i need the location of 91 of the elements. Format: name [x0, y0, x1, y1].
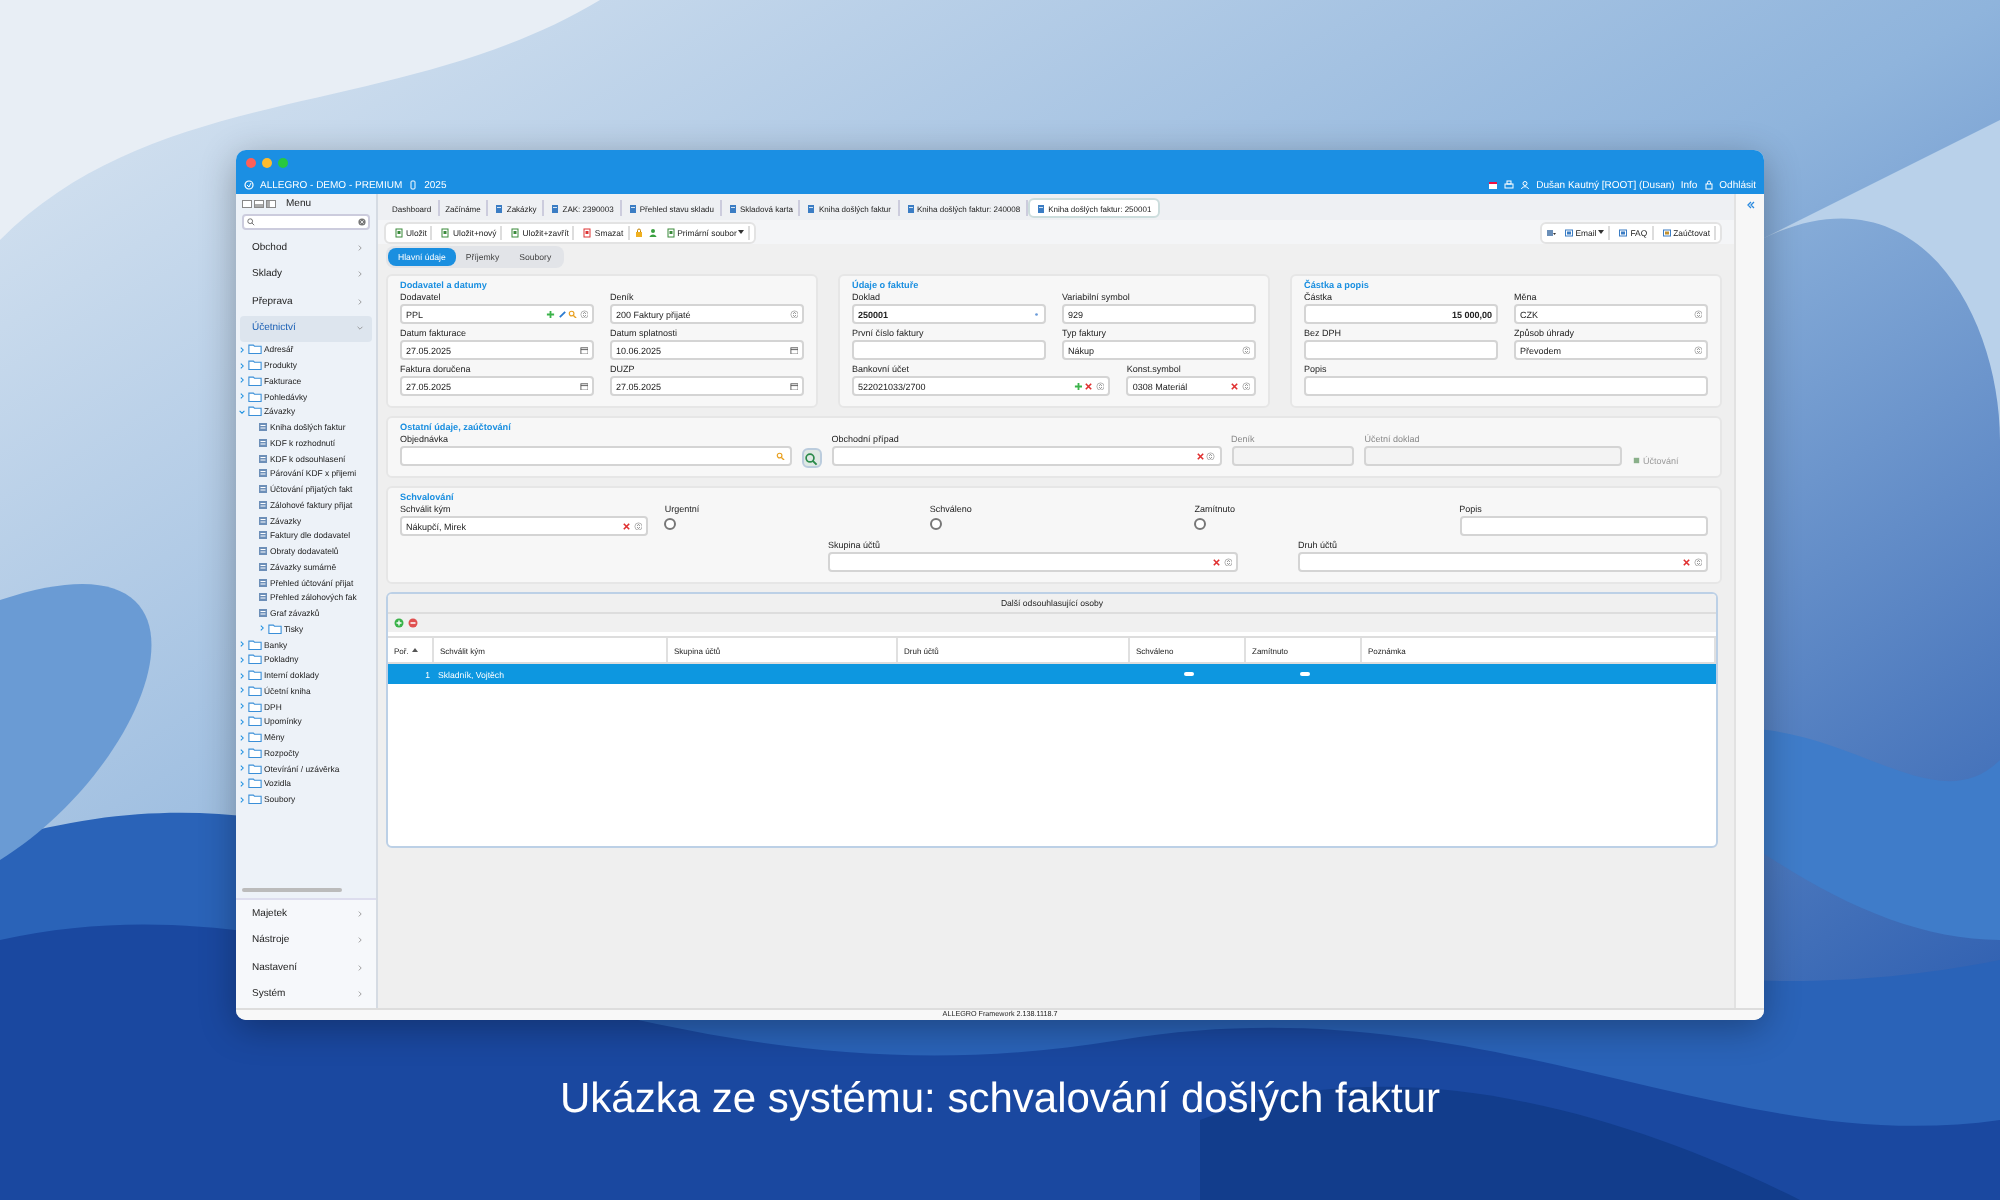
lock-icon[interactable]	[633, 227, 644, 237]
stepper-icon[interactable]	[789, 309, 798, 319]
report-icon	[258, 592, 268, 603]
input-field[interactable]	[1364, 446, 1622, 466]
search-icon	[246, 218, 256, 226]
stepper-icon[interactable]	[1693, 557, 1702, 567]
document-icon	[1563, 227, 1574, 237]
report-icon	[258, 484, 268, 495]
minimize-button[interactable]	[262, 158, 272, 168]
report-icon	[258, 530, 268, 541]
stepper-icon[interactable]	[579, 309, 588, 319]
input-field[interactable]	[1459, 516, 1709, 536]
dot-icon	[1031, 309, 1040, 319]
document-icon	[440, 227, 451, 237]
clear-icon[interactable]	[1230, 381, 1239, 391]
calendar-icon[interactable]	[789, 345, 798, 355]
document-icon	[1661, 227, 1672, 237]
input-field[interactable]	[828, 552, 1238, 572]
report-icon	[258, 546, 268, 557]
collapse-icon[interactable]	[1745, 200, 1755, 210]
document-icon	[550, 203, 561, 213]
remove-icon[interactable]	[408, 618, 418, 628]
checkbox[interactable]	[1299, 671, 1309, 677]
search-icon[interactable]	[776, 451, 786, 461]
clear-icon[interactable]	[1084, 381, 1094, 391]
document-icon	[905, 203, 915, 213]
app-logo-icon	[244, 180, 254, 190]
checkbox[interactable]	[1183, 671, 1193, 677]
document-icon	[582, 227, 593, 237]
calendar-icon[interactable]	[579, 345, 588, 355]
report-icon	[258, 608, 268, 619]
report-icon	[258, 515, 268, 526]
report-icon	[258, 422, 268, 433]
calendar-icon[interactable]	[1488, 180, 1499, 190]
document-icon	[494, 203, 505, 213]
search-button[interactable]	[801, 448, 822, 468]
stepper-icon[interactable]	[1241, 381, 1250, 391]
caret-icon	[1598, 230, 1605, 234]
input-field[interactable]	[1304, 376, 1708, 396]
report-icon	[258, 437, 268, 448]
report-icon	[258, 561, 268, 572]
report-icon	[258, 453, 268, 464]
person-icon[interactable]	[647, 227, 658, 237]
lock-icon	[1703, 180, 1714, 190]
input-field[interactable]	[1304, 340, 1498, 360]
stepper-icon[interactable]	[1693, 309, 1702, 319]
maximize-button[interactable]	[278, 158, 288, 168]
document-icon	[806, 203, 817, 213]
stepper-icon[interactable]	[1223, 557, 1232, 567]
stepper-icon[interactable]	[1241, 345, 1250, 355]
input-field[interactable]	[1298, 552, 1708, 572]
user-icon	[1520, 180, 1531, 190]
caret-icon	[738, 230, 745, 234]
calendar-icon[interactable]	[789, 381, 798, 391]
input-field[interactable]	[400, 446, 792, 466]
clear-icon[interactable]	[1195, 451, 1205, 461]
phone-icon	[408, 180, 419, 190]
search-icon[interactable]	[568, 309, 577, 319]
clear-icon[interactable]	[622, 521, 632, 531]
document-icon	[1036, 203, 1047, 213]
input-field[interactable]	[831, 446, 1222, 466]
radio-button[interactable]	[664, 518, 677, 530]
stepper-icon[interactable]	[633, 521, 643, 531]
scrollbar[interactable]	[242, 888, 342, 892]
add-icon[interactable]	[394, 618, 404, 628]
input-field[interactable]	[1231, 446, 1355, 466]
document-icon	[728, 203, 738, 213]
radio-button[interactable]	[929, 518, 942, 530]
document-icon	[1632, 456, 1641, 466]
plus-icon[interactable]	[546, 309, 555, 319]
report-icon	[258, 468, 268, 479]
clear-icon[interactable]	[1212, 557, 1221, 567]
calendar-icon[interactable]	[579, 381, 588, 391]
pencil-icon[interactable]	[557, 309, 566, 319]
stepper-icon[interactable]	[1095, 381, 1105, 391]
caption: Ukázka ze systému: schvalování došlých faktur	[557, 1076, 1442, 1124]
stepper-icon[interactable]	[1206, 451, 1216, 461]
input-field[interactable]	[852, 340, 1046, 360]
report-icon	[258, 577, 268, 588]
document-icon	[510, 227, 521, 237]
printer-icon[interactable]	[1504, 180, 1515, 190]
search-field[interactable]	[242, 214, 370, 230]
plus-icon[interactable]	[1073, 381, 1083, 391]
document-icon	[665, 227, 676, 237]
document-icon	[1618, 227, 1629, 237]
clear-icon[interactable]	[1682, 557, 1691, 567]
document-icon	[627, 203, 638, 213]
radio-button[interactable]	[1194, 518, 1207, 530]
stepper-icon[interactable]	[1693, 345, 1702, 355]
report-icon	[258, 499, 268, 510]
document-icon	[394, 227, 404, 237]
